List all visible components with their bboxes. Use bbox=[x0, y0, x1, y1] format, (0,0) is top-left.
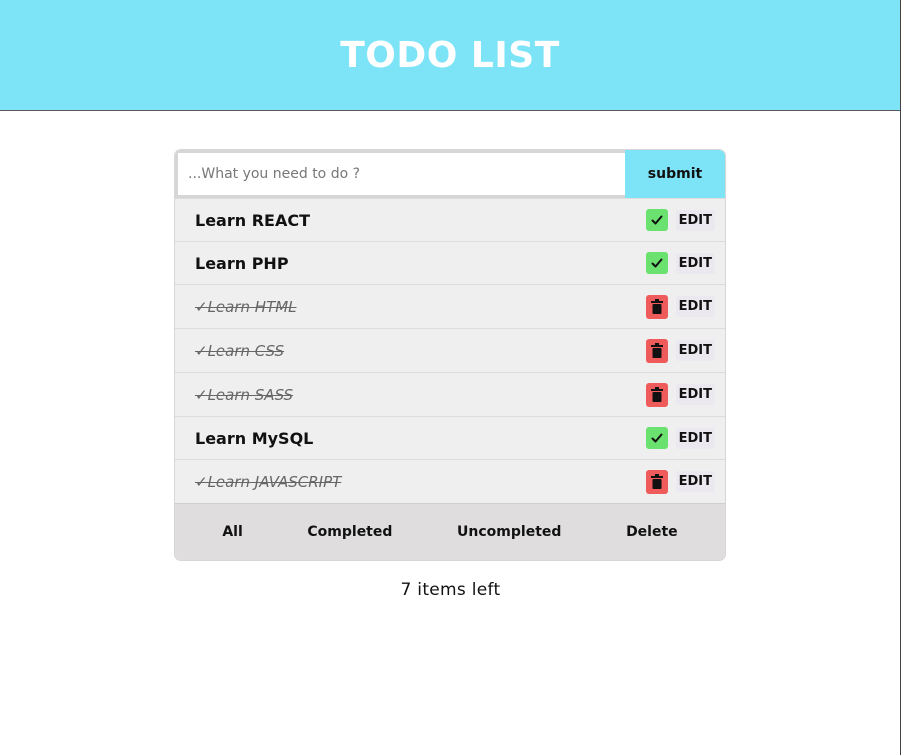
edit-button[interactable]: EDIT bbox=[675, 340, 715, 361]
trash-icon bbox=[650, 386, 663, 402]
todo-item: ✓Learn SASS EDIT bbox=[175, 372, 725, 416]
todo-item: ✓Learn JAVASCRIPT EDIT bbox=[175, 459, 725, 503]
filter-all-button[interactable]: All bbox=[214, 518, 250, 546]
check-icon bbox=[651, 215, 663, 225]
items-left-counter: 7 items left bbox=[400, 580, 501, 600]
app-frame: TODO LIST submit Learn REACT EDIT Learn … bbox=[0, 0, 901, 755]
edit-button[interactable]: EDIT bbox=[675, 384, 715, 405]
trash-icon bbox=[650, 473, 663, 489]
trash-icon bbox=[650, 298, 663, 314]
todo-form: submit bbox=[175, 150, 725, 198]
todo-item: Learn PHP EDIT bbox=[175, 241, 725, 284]
todo-item-label: Learn REACT bbox=[195, 210, 310, 230]
todo-item: Learn REACT EDIT bbox=[175, 198, 725, 241]
complete-button[interactable] bbox=[645, 209, 668, 231]
filter-completed-button[interactable]: Completed bbox=[299, 518, 400, 546]
delete-item-button[interactable] bbox=[645, 338, 668, 363]
todo-item: Learn MySQL EDIT bbox=[175, 416, 725, 459]
todo-item-label: ✓Learn CSS bbox=[195, 341, 285, 360]
todo-input[interactable] bbox=[175, 150, 625, 198]
todo-item-label: Learn MySQL bbox=[195, 428, 314, 448]
todo-item-label: ✓Learn JAVASCRIPT bbox=[195, 472, 342, 491]
edit-button[interactable]: EDIT bbox=[675, 252, 715, 274]
todo-item-label: Learn PHP bbox=[195, 253, 289, 273]
todo-item-label: ✓Learn HTML bbox=[195, 297, 297, 316]
delete-item-button[interactable] bbox=[645, 469, 668, 494]
complete-button[interactable] bbox=[645, 252, 668, 274]
todo-item: ✓Learn HTML EDIT bbox=[175, 284, 725, 328]
delete-completed-button[interactable]: Delete bbox=[618, 518, 686, 546]
edit-button[interactable]: EDIT bbox=[675, 209, 715, 231]
page-header: TODO LIST bbox=[0, 0, 900, 111]
edit-button[interactable]: EDIT bbox=[675, 427, 715, 449]
delete-item-button[interactable] bbox=[645, 294, 668, 319]
edit-button[interactable]: EDIT bbox=[675, 471, 715, 492]
todo-card: submit Learn REACT EDIT Learn PHP bbox=[175, 150, 725, 560]
check-icon bbox=[651, 433, 663, 443]
todo-item-label: ✓Learn SASS bbox=[195, 385, 294, 404]
check-icon bbox=[651, 258, 663, 268]
edit-button[interactable]: EDIT bbox=[675, 296, 715, 317]
todo-item: ✓Learn CSS EDIT bbox=[175, 328, 725, 372]
filter-uncompleted-button[interactable]: Uncompleted bbox=[449, 518, 569, 546]
page-title: TODO LIST bbox=[340, 34, 560, 76]
trash-icon bbox=[650, 342, 663, 358]
filter-bar: All Completed Uncompleted Delete bbox=[175, 503, 725, 560]
submit-button[interactable]: submit bbox=[625, 150, 725, 198]
delete-item-button[interactable] bbox=[645, 382, 668, 407]
todo-list: Learn REACT EDIT Learn PHP EDIT ✓Learn H… bbox=[175, 198, 725, 503]
complete-button[interactable] bbox=[645, 427, 668, 449]
